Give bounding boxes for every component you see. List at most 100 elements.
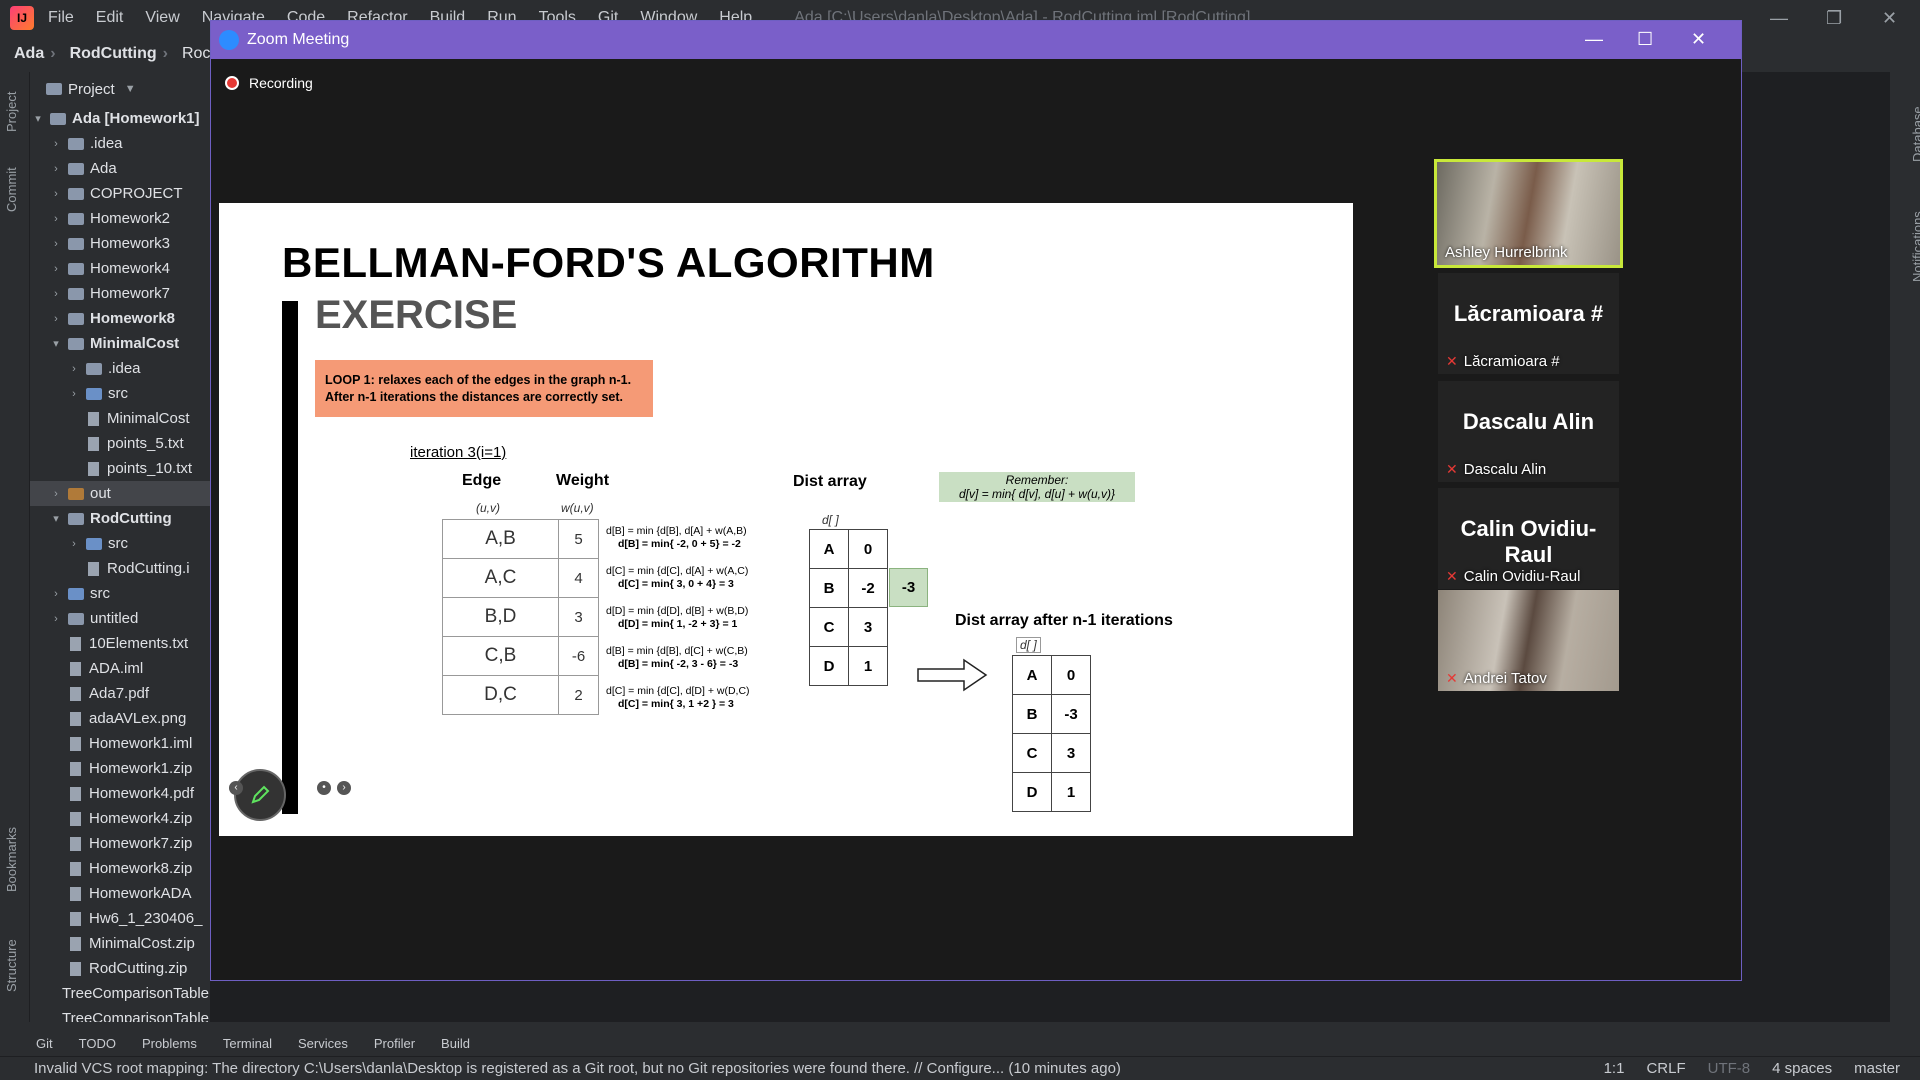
tree-item[interactable]: › untitled bbox=[30, 606, 210, 631]
chevron-down-icon[interactable]: ▼ bbox=[125, 83, 136, 95]
zoom-close-icon[interactable]: ✕ bbox=[1691, 29, 1706, 50]
profiler-tab[interactable]: Profiler bbox=[374, 1036, 415, 1051]
chevron-right-icon[interactable]: › bbox=[48, 163, 64, 175]
bookmarks-tool-tab[interactable]: Bookmarks bbox=[4, 827, 19, 892]
chevron-down-icon[interactable]: ▾ bbox=[48, 337, 64, 350]
chevron-right-icon[interactable]: › bbox=[66, 363, 82, 375]
tree-item[interactable]: TreeComparisonTable1000000.png bbox=[30, 1006, 210, 1022]
recording-indicator[interactable]: Recording bbox=[225, 75, 313, 91]
participant-tile[interactable]: ✕ Andrei Tatov bbox=[1438, 590, 1619, 691]
chevron-right-icon[interactable]: › bbox=[48, 138, 64, 150]
chevron-right-icon[interactable]: › bbox=[48, 613, 64, 625]
tree-item[interactable]: › Homework3 bbox=[30, 231, 210, 256]
terminal-tab[interactable]: Terminal bbox=[223, 1036, 272, 1051]
problems-tab[interactable]: Problems bbox=[142, 1036, 197, 1051]
tree-item[interactable]: Homework4.pdf bbox=[30, 781, 210, 806]
tree-item[interactable]: ▾ MinimalCost bbox=[30, 331, 210, 356]
chevron-right-icon[interactable]: › bbox=[48, 488, 64, 500]
chevron-down-icon[interactable]: ▾ bbox=[30, 112, 46, 125]
cursor-position[interactable]: 1:1 bbox=[1604, 1060, 1625, 1077]
indent-setting[interactable]: 4 spaces bbox=[1772, 1060, 1832, 1077]
tree-item[interactable]: › out bbox=[30, 481, 210, 506]
tree-item[interactable]: › Homework2 bbox=[30, 206, 210, 231]
breadcrumb-item[interactable]: Roc bbox=[182, 45, 210, 63]
tree-item-label: Homework4 bbox=[90, 260, 171, 277]
chevron-right-icon[interactable]: › bbox=[48, 263, 64, 275]
tree-item[interactable]: › src bbox=[30, 381, 210, 406]
tree-item[interactable]: TreeComparisonTable10000.png bbox=[30, 981, 210, 1006]
tree-item[interactable]: › COPROJECT bbox=[30, 181, 210, 206]
breadcrumb-item[interactable]: RodCutting bbox=[70, 45, 157, 63]
folder-icon bbox=[68, 612, 84, 625]
chevron-right-icon[interactable]: › bbox=[48, 288, 64, 300]
participant-tile[interactable]: Calin Ovidiu-Raul ✕ Calin Ovidiu-Raul bbox=[1438, 488, 1619, 589]
tree-item[interactable]: HomeworkADA bbox=[30, 881, 210, 906]
tree-item[interactable]: Homework8.zip bbox=[30, 856, 210, 881]
annotate-pen-button[interactable] bbox=[234, 769, 286, 821]
tree-item[interactable]: adaAVLex.png bbox=[30, 706, 210, 731]
notifications-tool-tab[interactable]: Notifications bbox=[1910, 211, 1920, 282]
tree-item[interactable]: Homework4.zip bbox=[30, 806, 210, 831]
chevron-right-icon[interactable]: › bbox=[66, 538, 82, 550]
chevron-right-icon[interactable]: › bbox=[48, 188, 64, 200]
build-tab[interactable]: Build bbox=[441, 1036, 470, 1051]
breadcrumb-item[interactable]: Ada bbox=[14, 45, 44, 63]
status-message[interactable]: Invalid VCS root mapping: The directory … bbox=[34, 1060, 1121, 1077]
tree-item[interactable]: Homework1.iml bbox=[30, 731, 210, 756]
tree-item[interactable]: › Homework4 bbox=[30, 256, 210, 281]
tree-item[interactable]: › .idea bbox=[30, 131, 210, 156]
database-tool-tab[interactable]: Database bbox=[1910, 106, 1920, 162]
ide-close-icon[interactable]: ✕ bbox=[1882, 8, 1897, 29]
chevron-right-icon[interactable]: › bbox=[66, 388, 82, 400]
tree-item[interactable]: ADA.iml bbox=[30, 656, 210, 681]
tree-item[interactable]: Homework7.zip bbox=[30, 831, 210, 856]
tree-item[interactable]: ▾ Ada [Homework1] bbox=[30, 106, 210, 131]
tree-item[interactable]: 10Elements.txt bbox=[30, 631, 210, 656]
zoom-maximize-icon[interactable]: ☐ bbox=[1637, 29, 1653, 50]
tree-item[interactable]: › Ada bbox=[30, 156, 210, 181]
more-icon[interactable]: • bbox=[317, 781, 331, 795]
tree-item[interactable]: › .idea bbox=[30, 356, 210, 381]
tree-item[interactable]: RodCutting.i bbox=[30, 556, 210, 581]
tree-item[interactable]: points_10.txt bbox=[30, 456, 210, 481]
chevron-right-icon[interactable]: › bbox=[48, 313, 64, 325]
commit-tool-tab[interactable]: Commit bbox=[4, 167, 19, 212]
prev-slide-icon[interactable]: ‹ bbox=[229, 781, 243, 795]
tree-item[interactable]: Hw6_1_230406_ bbox=[30, 906, 210, 931]
ide-minimize-icon[interactable]: — bbox=[1770, 8, 1788, 29]
services-tab[interactable]: Services bbox=[298, 1036, 348, 1051]
tree-item[interactable]: MinimalCost bbox=[30, 406, 210, 431]
tree-item[interactable]: RodCutting.zip bbox=[30, 956, 210, 981]
tree-item[interactable]: ▾ RodCutting bbox=[30, 506, 210, 531]
structure-tool-tab[interactable]: Structure bbox=[4, 939, 19, 992]
line-separator[interactable]: CRLF bbox=[1646, 1060, 1685, 1077]
intellij-logo-icon[interactable]: IJ bbox=[10, 6, 34, 30]
tree-item[interactable]: MinimalCost.zip bbox=[30, 931, 210, 956]
tree-item[interactable]: points_5.txt bbox=[30, 431, 210, 456]
git-branch[interactable]: master bbox=[1854, 1060, 1900, 1077]
ide-restore-icon[interactable]: ❐ bbox=[1826, 8, 1842, 29]
menu-item-edit[interactable]: Edit bbox=[96, 9, 124, 27]
file-encoding[interactable]: UTF-8 bbox=[1708, 1060, 1751, 1077]
chevron-right-icon[interactable]: › bbox=[48, 238, 64, 250]
project-panel-header[interactable]: Project ▼ bbox=[30, 72, 210, 106]
tree-item[interactable]: › Homework8 bbox=[30, 306, 210, 331]
chevron-right-icon[interactable]: › bbox=[48, 213, 64, 225]
menu-item-view[interactable]: View bbox=[145, 9, 179, 27]
participant-tile[interactable]: Dascalu Alin ✕ Dascalu Alin bbox=[1438, 381, 1619, 482]
zoom-minimize-icon[interactable]: — bbox=[1585, 29, 1603, 50]
tree-item[interactable]: Homework1.zip bbox=[30, 756, 210, 781]
project-tool-tab[interactable]: Project bbox=[4, 92, 19, 132]
participant-tile[interactable]: Lăcramioara # ✕ Lăcramioara # bbox=[1438, 273, 1619, 374]
chevron-down-icon[interactable]: ▾ bbox=[48, 512, 64, 525]
next-slide-icon[interactable]: › bbox=[337, 781, 351, 795]
todo-tab[interactable]: TODO bbox=[79, 1036, 116, 1051]
menu-item-file[interactable]: File bbox=[48, 9, 74, 27]
git-tab[interactable]: Git bbox=[36, 1036, 53, 1051]
tree-item[interactable]: › src bbox=[30, 531, 210, 556]
tree-item[interactable]: › Homework7 bbox=[30, 281, 210, 306]
tree-item[interactable]: Ada7.pdf bbox=[30, 681, 210, 706]
participant-tile[interactable]: Ashley Hurrelbrink bbox=[1434, 159, 1623, 268]
chevron-right-icon[interactable]: › bbox=[48, 588, 64, 600]
tree-item[interactable]: › src bbox=[30, 581, 210, 606]
